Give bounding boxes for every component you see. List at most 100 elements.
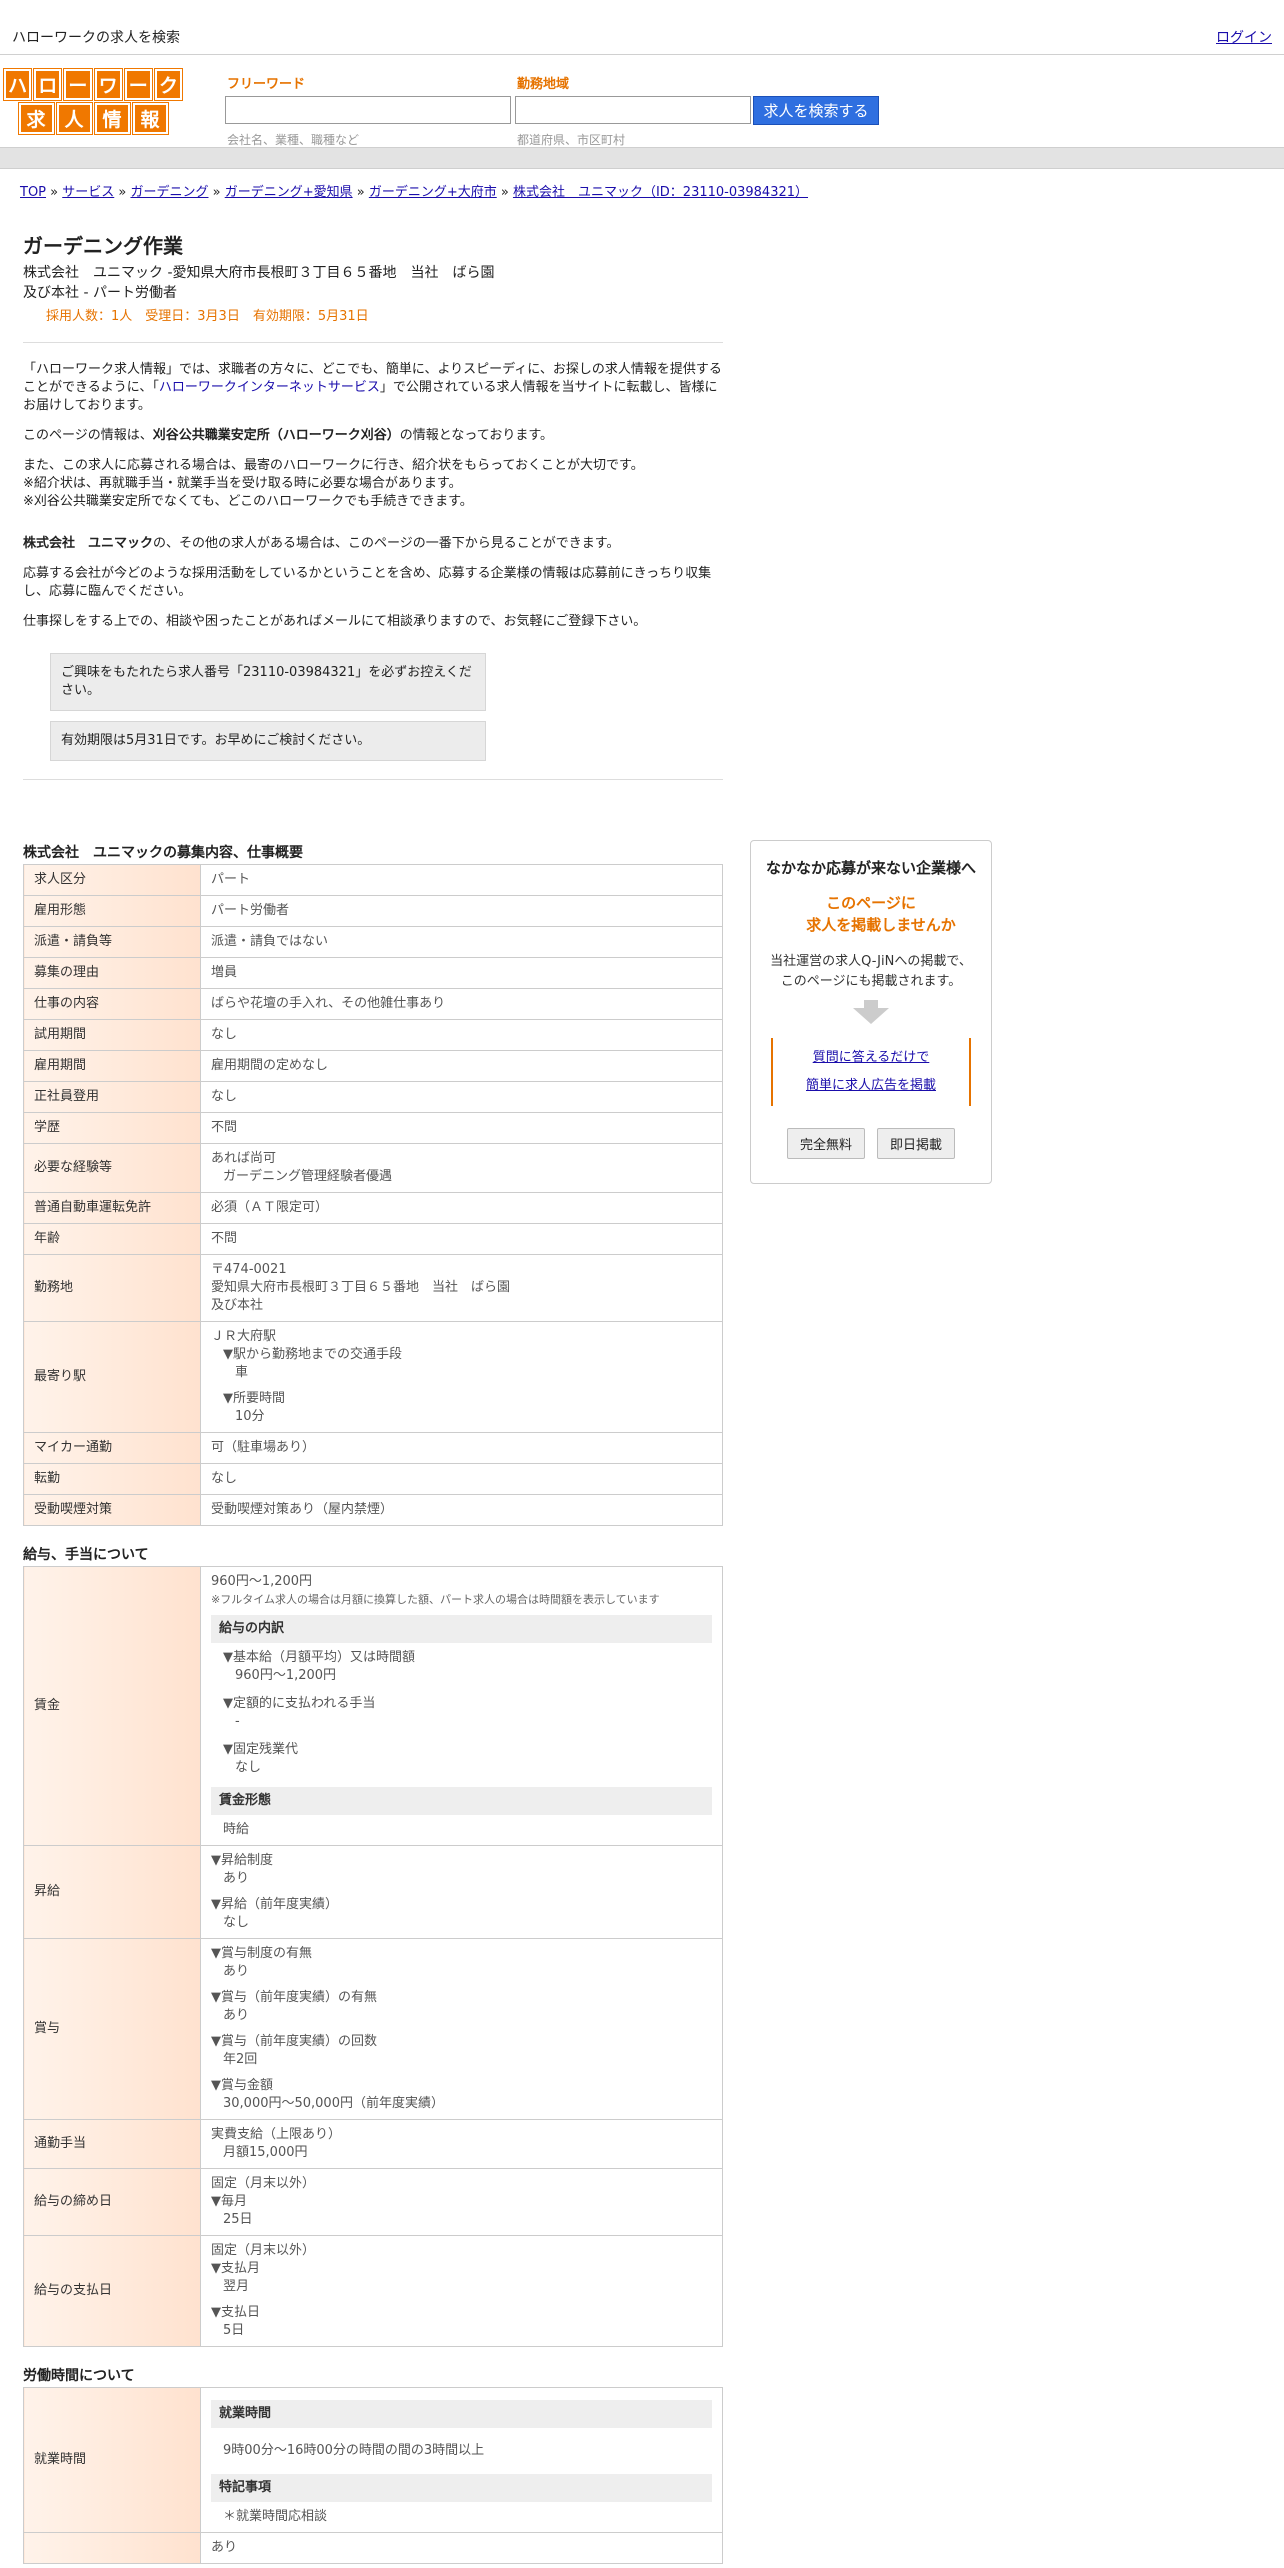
table-row: 年齢 不問 bbox=[23, 1223, 723, 1255]
row-key: 普通自動車運転免許 bbox=[23, 1192, 201, 1224]
duration-label: ▼所要時間 bbox=[223, 1391, 285, 1406]
keyword-input[interactable] bbox=[225, 96, 511, 124]
raise-value: あり bbox=[223, 1871, 250, 1886]
table-row: 求人区分 パート bbox=[23, 864, 723, 896]
row-key bbox=[23, 2532, 201, 2564]
same-day-badge-button[interactable]: 即日掲載 bbox=[877, 1128, 956, 1159]
bonus-value: 30,000円〜50,000円（前年度実績） bbox=[223, 2096, 444, 2111]
row-value: 就業時間 9時00分〜16時00分の時間の間の3時間以上 特記事項 ＊就業時間応… bbox=[200, 2387, 723, 2533]
work-hours-value: 9時00分〜16時00分の時間の間の3時間以上 bbox=[223, 2443, 485, 2458]
header: ハ ロ ー ワ ー ク 求 人 情 報 フリーワード 会社名、業種、職種など 勤… bbox=[0, 55, 1284, 147]
advertise-text-1: 当社運営の求人Q-JiNへの掲載で、 bbox=[770, 954, 972, 969]
post-job-ad-link[interactable]: 簡単に求人広告を掲載 bbox=[773, 1072, 969, 1100]
expiry-notice: 有効期限は5月31日です。お早めにご検討ください。 bbox=[50, 721, 486, 761]
row-key: 就業時間 bbox=[23, 2387, 201, 2533]
wage-value: 960円〜1,200円 bbox=[211, 1574, 313, 1589]
row-key: 賞与 bbox=[23, 1938, 201, 2120]
breadcrumb-link[interactable]: サービス bbox=[62, 185, 114, 200]
row-value: 不問 bbox=[200, 1223, 723, 1255]
wage-form-heading: 賃金形態 bbox=[211, 1787, 712, 1815]
apply-text: ※紹介状は、再就職手当・就業手当を受け取る時に必要な場合があります。 bbox=[23, 476, 462, 491]
breadcrumb-link[interactable]: TOP bbox=[20, 185, 46, 200]
breadcrumb-link[interactable]: ガーデニング+大府市 bbox=[369, 185, 497, 200]
table-row: 転勤 なし bbox=[23, 1463, 723, 1495]
row-key: 昇給 bbox=[23, 1845, 201, 1939]
row-key: 派遣・請負等 bbox=[23, 926, 201, 958]
research-paragraph: 応募する会社が今どのような採用活動をしているかということを含め、応募する企業様の… bbox=[23, 566, 712, 599]
other-jobs-text: の、その他の求人がある場合は、このページの一番下から見ることができます。 bbox=[153, 536, 620, 551]
row-key: 雇用期間 bbox=[23, 1050, 201, 1082]
row-value: ＪＲ大府駅 ▼駅から勤務地までの交通手段 車 ▼所要時間 10分 bbox=[200, 1321, 723, 1433]
breakdown-value: - bbox=[235, 1714, 240, 1729]
table-row: 試用期間 なし bbox=[23, 1019, 723, 1051]
down-arrow-icon bbox=[853, 1008, 889, 1024]
breakdown-value: なし bbox=[235, 1760, 262, 1775]
row-key: 試用期間 bbox=[23, 1019, 201, 1051]
free-badge-button[interactable]: 完全無料 bbox=[786, 1128, 865, 1159]
intro-paragraph: 「ハローワーク求人情報」では、求職者の方々に、どこでも、簡単に、よりスピーディに… bbox=[23, 361, 723, 415]
wage-form-value: 時給 bbox=[223, 1822, 250, 1837]
bonus-value: あり bbox=[223, 1964, 250, 1979]
row-key: 通勤手当 bbox=[23, 2119, 201, 2169]
company-name: 株式会社 ユニマック bbox=[23, 536, 154, 551]
station-name: ＪＲ大府駅 bbox=[211, 1329, 277, 1344]
row-key: 正社員登用 bbox=[23, 1081, 201, 1113]
row-value: あり bbox=[200, 2532, 723, 2564]
apply-paragraph: また、この求人に応募される場合は、最寄のハローワークに行き、紹介状をもらっておく… bbox=[23, 457, 723, 511]
row-key: 必要な経験等 bbox=[23, 1143, 201, 1193]
special-note-heading: 特記事項 bbox=[211, 2474, 712, 2502]
row-value: ▼昇給制度 あり ▼昇給（前年度実績） なし bbox=[200, 1845, 723, 1939]
search-button[interactable]: 求人を検索する bbox=[753, 96, 879, 125]
table-row: 賞与 ▼賞与制度の有無 あり ▼賞与（前年度実績）の有無 あり ▼賞与（前年度実… bbox=[23, 1938, 723, 2120]
breadcrumb-link[interactable]: 株式会社 ユニマック（ID：23110-03984321） bbox=[513, 185, 808, 200]
table-row: 就業時間 就業時間 9時00分〜16時00分の時間の間の3時間以上 特記事項 ＊… bbox=[23, 2387, 723, 2533]
address: 愛知県大府市長根町３丁目６５番地 当社 ばら園 bbox=[211, 1280, 511, 1295]
row-value: パート bbox=[200, 864, 723, 896]
breakdown-label: ▼定額的に支払われる手当 bbox=[223, 1696, 376, 1711]
answer-questions-link[interactable]: 質問に答えるだけで bbox=[773, 1044, 969, 1072]
table-row: 学歴 不問 bbox=[23, 1112, 723, 1144]
login-link[interactable]: ログイン bbox=[1216, 27, 1272, 47]
row-key: 最寄り駅 bbox=[23, 1321, 201, 1433]
pay-day: 5日 bbox=[223, 2323, 245, 2338]
consult-paragraph: 仕事探しをする上での、相談や困ったことがあればメールにて相談承りますので、お気軽… bbox=[23, 614, 647, 629]
divider bbox=[23, 779, 723, 780]
company-line-1: 株式会社 ユニマック -愛知県大府市長根町３丁目６５番地 当社 ばら園 bbox=[23, 265, 495, 281]
hours-table: 就業時間 就業時間 9時00分〜16時00分の時間の間の3時間以上 特記事項 ＊… bbox=[23, 2387, 723, 2564]
advertise-headline-2: 求人を掲載しませんか bbox=[806, 916, 956, 934]
table-row: あり bbox=[23, 2532, 723, 2564]
bonus-label: ▼賞与（前年度実績）の有無 bbox=[211, 1990, 377, 2005]
table-row: 給与の締め日 固定（月末以外） ▼毎月 25日 bbox=[23, 2168, 723, 2236]
pay-day-label: ▼支払日 bbox=[211, 2305, 260, 2320]
access-value: 車 bbox=[235, 1365, 249, 1380]
wage-note: ※フルタイム求人の場合は月額に換算した額、パート求人の場合は時間額を表示していま… bbox=[211, 1593, 660, 1606]
hellowork-logo[interactable]: ハ ロ ー ワ ー ク 求 人 情 報 bbox=[2, 68, 184, 137]
breadcrumb-link[interactable]: ガーデニング+愛知県 bbox=[225, 185, 353, 200]
row-key: 仕事の内容 bbox=[23, 988, 201, 1020]
hellowork-internet-link[interactable]: ハローワークインターネットサービス bbox=[159, 380, 380, 395]
table-row: 雇用形態 パート労働者 bbox=[23, 895, 723, 927]
breadcrumb-link[interactable]: ガーデニング bbox=[130, 185, 208, 200]
logo-char: 報 bbox=[131, 102, 169, 135]
pay-month: 翌月 bbox=[223, 2279, 250, 2294]
bonus-value: あり bbox=[223, 2008, 250, 2023]
wage-breakdown-heading: 給与の内訳 bbox=[211, 1615, 712, 1643]
row-value: 可（駐車場あり） bbox=[200, 1432, 723, 1464]
down-arrow-icon bbox=[864, 1000, 878, 1008]
logo-char: 人 bbox=[55, 102, 93, 135]
logo-char: 情 bbox=[93, 102, 131, 135]
work-hours-heading: 就業時間 bbox=[211, 2400, 712, 2428]
company-line: 株式会社 ユニマック -愛知県大府市長根町３丁目６５番地 当社 ばら園 及び本社… bbox=[23, 263, 723, 303]
logo-char: ク bbox=[153, 68, 184, 101]
apply-text: ※刈谷公共職業安定所でなくても、どこのハローワークでも手続きできます。 bbox=[23, 494, 473, 509]
postal-code: 〒474-0021 bbox=[211, 1262, 287, 1277]
logo-char: ハ bbox=[2, 68, 33, 101]
overview-title: 株式会社 ユニマックの募集内容、仕事概要 bbox=[23, 845, 303, 861]
area-hint: 都道府県、市区町村 bbox=[517, 133, 626, 147]
area-input[interactable] bbox=[515, 96, 751, 124]
duration-value: 10分 bbox=[235, 1409, 265, 1424]
experience-detail: ガーデニング管理経験者優遇 bbox=[223, 1169, 393, 1184]
site-title: ハローワークの求人を検索 bbox=[12, 30, 180, 46]
source-text: の情報となっております。 bbox=[399, 428, 554, 443]
breakdown-value: 960円〜1,200円 bbox=[235, 1668, 337, 1683]
